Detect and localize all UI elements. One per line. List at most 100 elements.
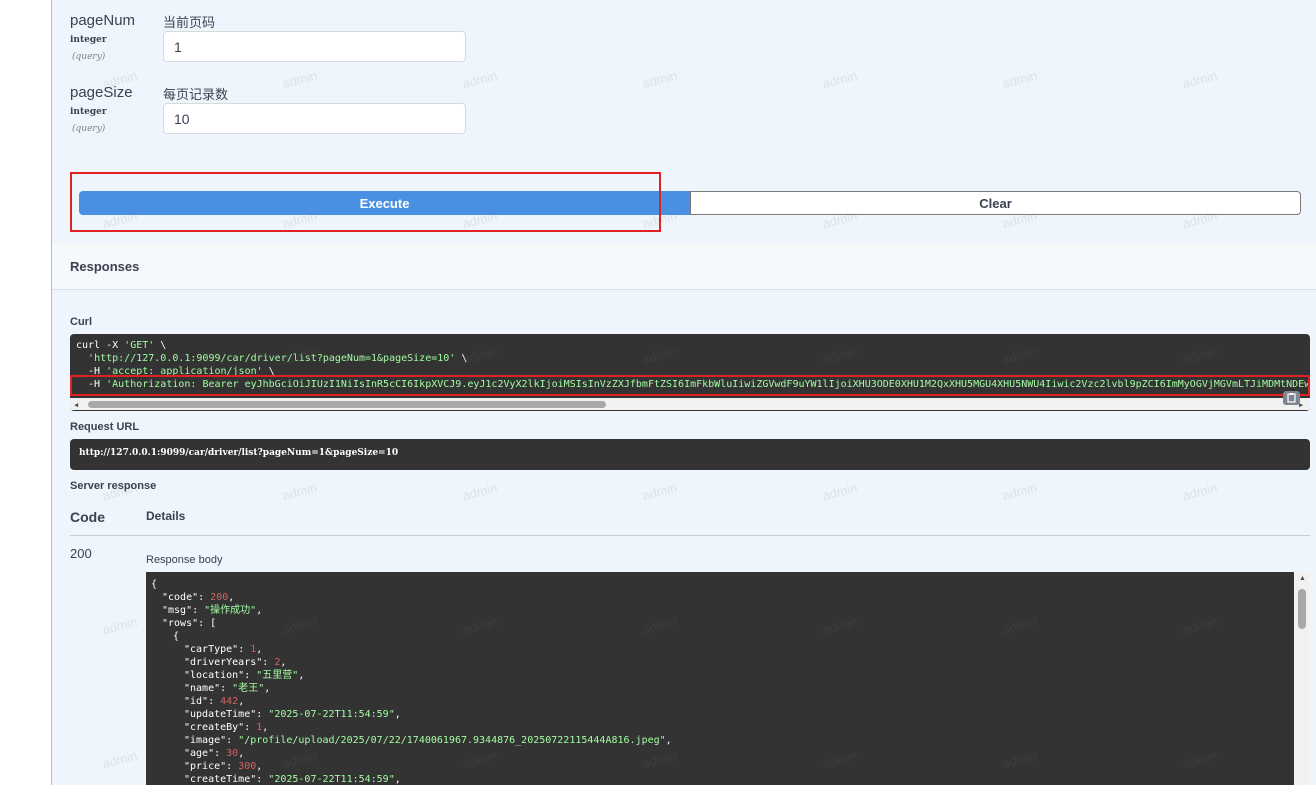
execute-highlight-box (70, 172, 661, 232)
code-token: : [ (198, 618, 217, 629)
code-token: , (238, 696, 245, 707)
code-token: "image" (184, 735, 227, 746)
code-token: "location" (184, 670, 245, 681)
code-token: , (256, 644, 263, 655)
code-token: "createBy" (184, 722, 245, 733)
param-type-pagenum: integer (70, 35, 107, 45)
code-token: "createTime" (184, 774, 257, 785)
param-name-pagenum: pageNum (70, 12, 136, 29)
code-token: 442 (220, 696, 239, 707)
code-token: "updateTime" (184, 709, 257, 720)
response-body-line: "rows": [ (162, 617, 216, 630)
code-token: , (280, 657, 287, 668)
response-body-line: "msg": "操作成功", (162, 604, 262, 617)
response-body-line: "name": "老王", (184, 682, 270, 695)
response-body-line: "updateTime": "2025-07-22T11:54:59", (184, 708, 401, 721)
authorization-highlight-box (70, 375, 1310, 396)
copy-icon[interactable] (1283, 391, 1300, 405)
response-body-scroll-thumb[interactable] (1298, 589, 1306, 629)
response-body-vertical-scrollbar[interactable]: ▲ (1295, 572, 1309, 785)
server-response-label: Server response (70, 480, 157, 492)
code-token: , (394, 774, 401, 785)
code-token: "name" (184, 683, 221, 694)
code-token: 'GET' (124, 340, 155, 351)
code-token: \ (154, 340, 167, 351)
code-token: : (238, 644, 251, 655)
response-body-line: "age": 30, (184, 747, 244, 760)
response-body-line: "carType": 1, (184, 643, 262, 656)
code-token: , (238, 748, 245, 759)
response-body-line: "image": "/profile/upload/2025/07/22/174… (184, 734, 672, 747)
responses-header: Responses (52, 243, 1316, 290)
clear-button[interactable]: Clear (690, 191, 1301, 215)
code-token: : (244, 722, 257, 733)
response-body-block[interactable]: {"code": 200, "msg": "操作成功", "rows": [{"ca… (146, 572, 1294, 785)
request-url-block[interactable]: http://127.0.0.1:9099/car/driver/list?pa… (70, 439, 1310, 470)
curl-label: Curl (70, 316, 92, 328)
code-token: "五里营" (256, 670, 299, 681)
pagenum-input[interactable] (163, 31, 466, 62)
request-url-value: http://127.0.0.1:9099/car/driver/list?pa… (79, 448, 399, 458)
param-in-pagenum: (query) (72, 52, 106, 62)
code-token: , (264, 683, 271, 694)
code-token: 200 (210, 592, 229, 603)
code-token: "/profile/upload/2025/07/22/1740061967.9… (238, 735, 666, 746)
pagesize-input[interactable] (163, 103, 466, 134)
code-token: { (173, 631, 180, 642)
code-token: , (256, 605, 263, 616)
code-token: { (151, 579, 158, 590)
column-code: Code (70, 509, 105, 525)
code-token: "driverYears" (184, 657, 263, 668)
code-token: : (256, 709, 269, 720)
response-body-line: "location": "五里营", (184, 669, 304, 682)
code-token: : (226, 735, 239, 746)
response-body-line: { (151, 578, 157, 591)
code-token: , (665, 735, 672, 746)
code-token: "rows" (162, 618, 199, 629)
code-token: "price" (184, 761, 227, 772)
curl-scroll-thumb[interactable] (88, 401, 606, 408)
code-token: : (256, 774, 269, 785)
scroll-left-arrow-icon[interactable]: ◀ (74, 399, 78, 411)
code-token: "id" (184, 696, 209, 707)
code-token: "code" (162, 592, 199, 603)
response-status-code: 200 (70, 546, 92, 561)
code-token: : (198, 592, 211, 603)
left-gutter (0, 0, 51, 785)
response-table-header: Code Details (70, 504, 1310, 536)
curl-line: curl -X 'GET' \ (76, 339, 166, 352)
response-body-line: "price": 300, (184, 760, 262, 773)
code-token: : (262, 657, 275, 668)
code-token: : (244, 670, 257, 681)
code-token: , (394, 709, 401, 720)
curl-horizontal-scrollbar[interactable]: ◀ ▶ (70, 398, 1310, 410)
response-body-line: "createBy": 1, (184, 721, 268, 734)
response-body-line: "id": 442, (184, 695, 244, 708)
code-token: "操作成功" (204, 605, 257, 616)
param-desc-pagenum: 当前页码 (163, 15, 216, 30)
param-name-pagesize: pageSize (70, 84, 133, 101)
code-token: : (220, 683, 233, 694)
param-type-pagesize: integer (70, 107, 107, 117)
param-in-pagesize: (query) (72, 124, 106, 134)
code-token: , (256, 761, 263, 772)
code-token: : (226, 761, 239, 772)
code-token: \ (455, 353, 468, 364)
code-token: "age" (184, 748, 215, 759)
code-token: 30 (226, 748, 239, 759)
curl-code-block[interactable]: ◀ ▶ curl -X 'GET' \ 'http://127.0.0.1:90… (70, 334, 1310, 411)
response-body-line: "driverYears": 2, (184, 656, 286, 669)
code-token: , (228, 592, 235, 603)
code-token: , (298, 670, 305, 681)
code-token: : (214, 748, 227, 759)
scroll-up-arrow-icon[interactable]: ▲ (1299, 575, 1306, 582)
code-token: : (208, 696, 221, 707)
code-token: 300 (238, 761, 257, 772)
response-body-line: { (173, 630, 179, 643)
code-token: 'http://127.0.0.1:9099/car/driver/list?p… (88, 353, 456, 364)
code-token: "carType" (184, 644, 239, 655)
response-body-line: "createTime": "2025-07-22T11:54:59", (184, 773, 401, 785)
code-token: , (262, 722, 269, 733)
code-token: "msg" (162, 605, 193, 616)
